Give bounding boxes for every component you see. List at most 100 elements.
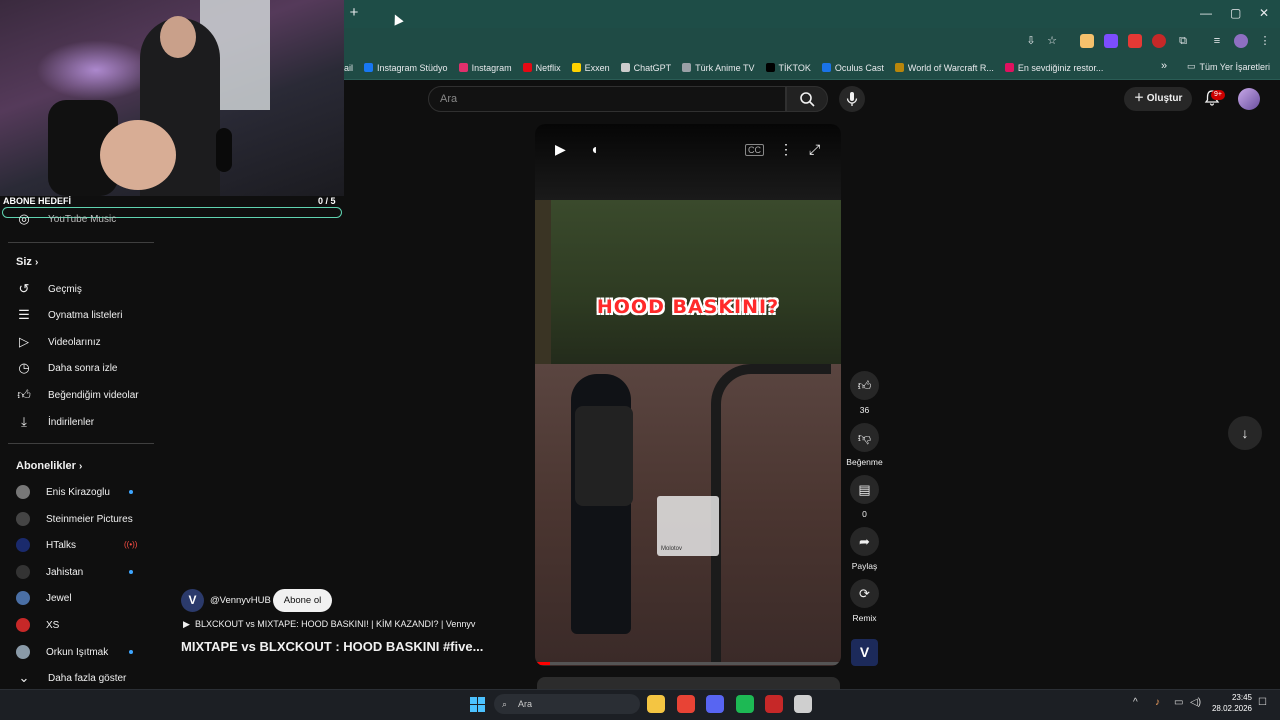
sidebar-item-subscription[interactable]: HTalks bbox=[16, 535, 76, 555]
downloads-icon: ⤓ bbox=[21, 414, 27, 429]
subscribe-button[interactable]: Abone ol bbox=[273, 589, 332, 612]
sidebar-item-label: İndirilenler bbox=[48, 416, 95, 428]
thumbs-up-icon: 👍︎ bbox=[857, 377, 872, 393]
bookmark-label: Exxen bbox=[584, 62, 610, 73]
bookmark-item[interactable]: Oculus Cast bbox=[821, 63, 884, 73]
bookmark-item[interactable]: Exxen bbox=[571, 62, 610, 73]
install-app-icon[interactable]: ⇩ bbox=[1024, 34, 1038, 48]
browser-menu-icon[interactable]: ⋮ bbox=[1258, 34, 1272, 48]
sidebar-item-subscription[interactable]: Enis Kirazoglu bbox=[16, 482, 110, 502]
share-button[interactable]: ➦ bbox=[850, 527, 879, 556]
next-short-button[interactable]: ↓ bbox=[1228, 416, 1262, 450]
voicemeeter-icon[interactable] bbox=[765, 695, 783, 713]
bookmark-item[interactable]: ChatGPT bbox=[620, 63, 671, 73]
notification-center-icon[interactable]: ☐ bbox=[1258, 697, 1267, 708]
bookmark-favicon-icon bbox=[765, 63, 775, 72]
play-icon[interactable]: ▶ bbox=[555, 141, 566, 158]
obs-icon[interactable] bbox=[794, 695, 812, 713]
short-video-player[interactable]: HOOD BASKINI? Molotov ▶ ◖ CC ⋮ ⤢ bbox=[535, 124, 841, 666]
bookmark-item[interactable]: TİKTOK bbox=[765, 63, 811, 73]
extension-icon[interactable] bbox=[1128, 34, 1142, 48]
bookmark-item[interactable]: En sevdiğiniz restor... bbox=[1004, 63, 1103, 73]
dislike-button[interactable]: 👎︎ bbox=[850, 423, 879, 452]
close-window-button[interactable]: ✕ bbox=[1259, 6, 1269, 20]
chevron-right-icon: › bbox=[34, 257, 39, 268]
sidebar-item-label: Geçmiş bbox=[48, 283, 82, 295]
video-scene-night bbox=[535, 124, 841, 200]
bookmarks-overflow-icon[interactable]: » bbox=[1161, 60, 1167, 72]
browser-profile-avatar[interactable] bbox=[1234, 34, 1248, 48]
sidebar-item-subscription[interactable]: Jewel bbox=[16, 588, 72, 608]
comments-button[interactable]: ▤ bbox=[850, 475, 879, 504]
sidebar-item-label: Enis Kirazoglu bbox=[46, 486, 110, 498]
taskbar-date[interactable]: 28.02.2026 bbox=[1200, 704, 1252, 713]
extension-icon[interactable] bbox=[1104, 34, 1118, 48]
channel-handle[interactable]: @VennyvHUB bbox=[210, 595, 271, 606]
bookmark-favicon-icon bbox=[458, 63, 468, 72]
windows-start-icon[interactable] bbox=[470, 697, 485, 712]
minimize-button[interactable]: — bbox=[1200, 6, 1212, 20]
sidebar-item-subscription[interactable]: Orkun Işıtmak bbox=[16, 642, 108, 662]
bookmark-favicon-icon bbox=[364, 63, 374, 72]
bookmark-item[interactable]: Türk Anime TV bbox=[682, 63, 755, 73]
network-icon[interactable]: ▭ bbox=[1174, 697, 1183, 708]
sidebar-item-downloads[interactable]: ⤓ İndirilenler bbox=[16, 412, 94, 432]
sidebar-item-your-videos[interactable]: ▷ Videolarınız bbox=[16, 332, 101, 352]
avatar[interactable] bbox=[1238, 88, 1260, 110]
channel-avatar[interactable]: V bbox=[181, 589, 204, 612]
bookmark-item[interactable]: Instagram Stüdyo bbox=[364, 63, 448, 73]
create-button[interactable]: ＋ Oluştur bbox=[1124, 87, 1192, 111]
chevron-up-icon[interactable]: ^ bbox=[1133, 697, 1138, 708]
bookmark-item[interactable]: Netflix bbox=[522, 63, 561, 73]
related-video-link[interactable]: ▶ BLXCKOUT vs MIXTAPE: HOOD BASKINI! | K… bbox=[183, 619, 475, 630]
sidebar-section-you[interactable]: Siz › bbox=[16, 256, 38, 268]
like-button[interactable]: 👍︎ bbox=[850, 371, 879, 400]
chrome-icon[interactable] bbox=[677, 695, 695, 713]
volume-icon[interactable]: ◖ bbox=[590, 141, 598, 157]
sidebar-item-liked-videos[interactable]: 👍︎ Beğendiğim videolar bbox=[16, 385, 138, 405]
voice-search-button[interactable] bbox=[839, 86, 865, 112]
search-input[interactable]: Ara bbox=[428, 86, 786, 112]
bookmark-item[interactable]: Instagram bbox=[458, 63, 512, 73]
media-control-icon[interactable]: ≡ bbox=[1210, 34, 1224, 48]
sidebar-item-subscription[interactable]: Steinmeier Pictures bbox=[16, 509, 133, 529]
bookmark-favicon-icon bbox=[682, 63, 692, 72]
search-button[interactable] bbox=[786, 86, 828, 112]
youtube-music-icon: ◎ bbox=[18, 211, 30, 226]
remix-button[interactable]: ⟳ bbox=[850, 579, 879, 608]
taskbar-time[interactable]: 23:45 bbox=[1212, 693, 1252, 702]
extensions-puzzle-icon[interactable]: ⧉ bbox=[1176, 34, 1190, 48]
new-tab-button[interactable]: + bbox=[346, 5, 362, 21]
channel-thumbnail[interactable]: V bbox=[851, 639, 878, 666]
captions-icon[interactable]: CC bbox=[745, 144, 764, 156]
sidebar-item-label: HTalks bbox=[46, 539, 77, 551]
sidebar-item-subscription[interactable]: XS bbox=[16, 615, 59, 635]
new-content-dot bbox=[129, 650, 133, 654]
sidebar-item-playlists[interactable]: ☰ Oynatma listeleri bbox=[16, 305, 122, 325]
notification-badge: 9+ bbox=[1211, 90, 1225, 100]
extension-icon[interactable] bbox=[1152, 34, 1166, 48]
sidebar-item-youtube-music[interactable]: ◎ YouTube Music bbox=[16, 209, 116, 229]
spotify-icon[interactable] bbox=[736, 695, 754, 713]
search-icon bbox=[800, 92, 815, 107]
bookmark-item[interactable]: World of Warcraft R... bbox=[894, 63, 994, 73]
more-options-icon[interactable]: ⋮ bbox=[779, 141, 793, 158]
microphone-icon[interactable]: ♪ bbox=[1155, 697, 1160, 708]
fullscreen-icon[interactable]: ⤢ bbox=[809, 141, 820, 158]
video-progress-bar[interactable] bbox=[535, 662, 841, 665]
next-short-preview[interactable] bbox=[537, 677, 840, 689]
extension-icon[interactable] bbox=[1080, 34, 1094, 48]
sidebar-show-more[interactable]: ⌄ Daha fazla göster bbox=[16, 668, 127, 688]
maximize-button[interactable]: ▢ bbox=[1230, 6, 1241, 20]
all-bookmarks-button[interactable]: ▭ Tüm Yer İşaretleri bbox=[1187, 61, 1270, 72]
bookmark-star-icon[interactable]: ☆ bbox=[1045, 34, 1059, 48]
avatar bbox=[16, 618, 30, 632]
bookmark-item[interactable]: ail bbox=[344, 63, 353, 73]
sidebar-item-watch-later[interactable]: ◷ Daha sonra izle bbox=[16, 358, 117, 378]
file-explorer-icon[interactable] bbox=[647, 695, 665, 713]
sidebar-item-history[interactable]: ↺ Geçmiş bbox=[16, 279, 82, 299]
sidebar-item-subscription[interactable]: Jahistan bbox=[16, 562, 83, 582]
discord-icon[interactable] bbox=[706, 695, 724, 713]
taskbar-search-input[interactable]: ⌕ Ara bbox=[494, 694, 640, 714]
sidebar-section-subscriptions[interactable]: Abonelikler › bbox=[16, 460, 82, 472]
